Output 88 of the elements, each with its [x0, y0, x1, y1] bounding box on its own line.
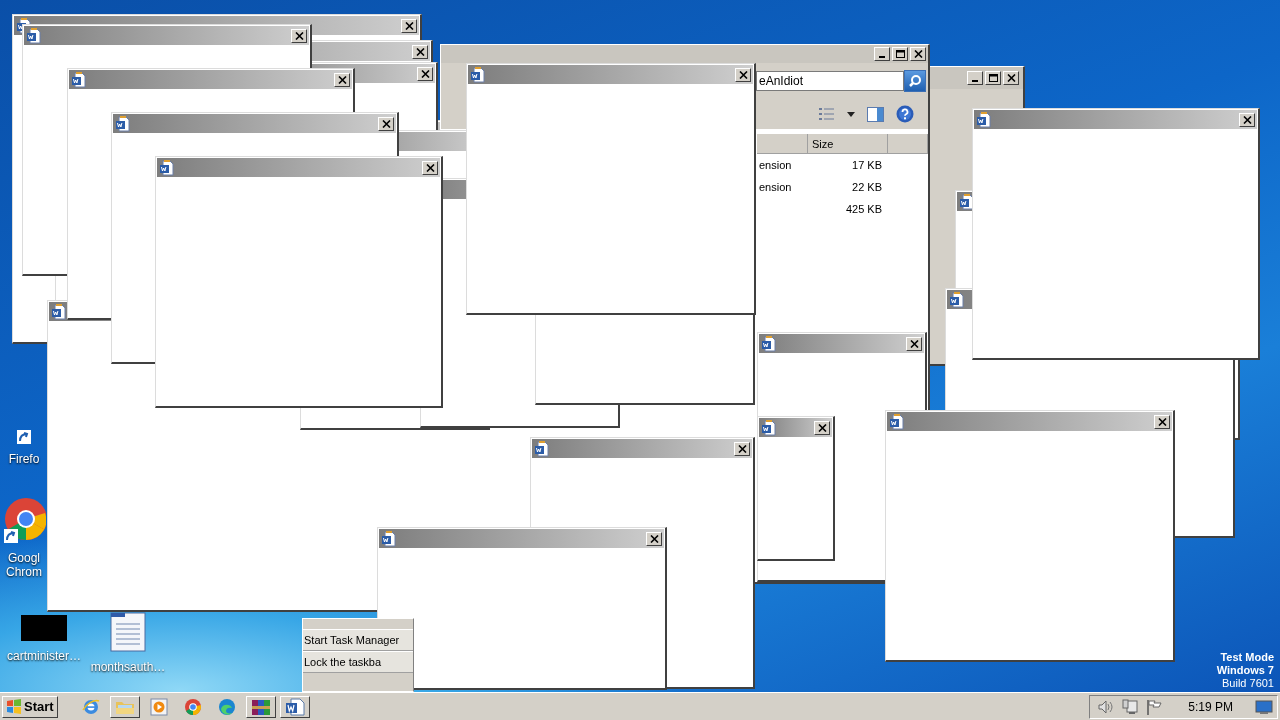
minimize-button[interactable]	[874, 47, 890, 61]
wave-icon[interactable]	[217, 697, 236, 716]
preview-pane-icon[interactable]	[867, 106, 884, 122]
windows-logo-icon	[6, 699, 22, 714]
document-icon	[26, 27, 42, 44]
document-icon	[115, 115, 131, 132]
document-icon	[534, 440, 550, 457]
document-icon	[284, 697, 305, 716]
close-button[interactable]	[906, 336, 922, 351]
file-type-cell-text: ension	[758, 159, 793, 171]
file-size-cell-text: 22 KB	[851, 181, 882, 193]
search-field[interactable]: eAnIdiot	[756, 71, 904, 91]
close-icon	[294, 31, 304, 40]
taskbar-button[interactable]	[109, 695, 140, 718]
close-button[interactable]	[422, 160, 438, 175]
close-button[interactable]	[735, 67, 751, 82]
close-icon	[649, 534, 659, 543]
test-mode-text: Windows 7	[1216, 664, 1274, 677]
menu-item[interactable]: Start Task Manager	[303, 629, 413, 651]
globe-e-icon[interactable]	[81, 697, 100, 716]
document-icon	[949, 291, 965, 308]
view-list-icon[interactable]	[819, 107, 835, 121]
close-button[interactable]	[378, 116, 394, 131]
close-icon	[737, 444, 747, 453]
flag-icon[interactable]	[1146, 698, 1163, 715]
document-icon	[71, 71, 87, 88]
document-icon	[761, 335, 777, 352]
close-icon	[1006, 74, 1016, 82]
close-button[interactable]	[1003, 71, 1019, 85]
document-icon[interactable]	[110, 612, 146, 652]
clock[interactable]: 5:19 PM	[1188, 699, 1233, 714]
close-icon	[337, 75, 347, 84]
close-icon	[404, 21, 414, 30]
close-icon	[738, 70, 748, 79]
document-icon	[761, 419, 777, 436]
close-button[interactable]	[1154, 414, 1170, 429]
close-icon	[909, 339, 919, 348]
close-button[interactable]	[417, 66, 433, 81]
test-mode-text: Test Mode	[1220, 651, 1274, 664]
maximize-icon	[988, 74, 998, 82]
close-icon	[420, 69, 430, 78]
maximize-icon	[895, 50, 905, 58]
close-button[interactable]	[910, 47, 926, 61]
close-icon	[913, 50, 923, 58]
file-type-cell-text: ension	[758, 181, 793, 193]
close-button[interactable]	[412, 44, 428, 59]
close-button[interactable]	[291, 28, 307, 43]
close-icon	[415, 47, 425, 56]
document-icon	[976, 111, 992, 128]
close-button[interactable]	[814, 420, 830, 435]
close-icon	[381, 119, 391, 128]
close-icon	[425, 163, 435, 172]
close-button[interactable]	[1239, 112, 1255, 127]
start-button[interactable]: Start	[2, 695, 58, 718]
books-icon	[250, 697, 271, 716]
close-button[interactable]	[646, 531, 662, 546]
close-icon	[1157, 417, 1167, 426]
taskbar-button[interactable]	[279, 695, 310, 718]
document-icon	[381, 530, 397, 547]
search-button[interactable]	[904, 70, 926, 92]
close-button[interactable]	[334, 72, 350, 87]
close-button[interactable]	[734, 441, 750, 456]
taskbar-button[interactable]	[245, 695, 276, 718]
maximize-button[interactable]	[892, 47, 908, 61]
desktop-icon-label[interactable]: Firefo	[8, 452, 40, 466]
document-icon	[470, 66, 486, 83]
show-desktop-icon[interactable]	[1255, 698, 1273, 715]
close-icon	[1242, 115, 1252, 124]
thumbnail-icon[interactable]	[21, 615, 67, 641]
help-icon[interactable]	[896, 105, 914, 123]
minimize-button[interactable]	[967, 71, 983, 85]
file-size-cell-text: 425 KB	[844, 203, 882, 215]
test-mode-text: Build 7601	[1222, 677, 1274, 690]
search-icon	[908, 74, 922, 88]
document-icon	[889, 413, 905, 430]
dropdown-arrow-icon[interactable]	[847, 111, 855, 117]
file-size-cell-text: 17 KB	[851, 159, 882, 171]
shortcut-arrow-icon	[17, 430, 31, 444]
maximize-button[interactable]	[985, 71, 1001, 85]
chrome-icon[interactable]	[183, 697, 202, 716]
menu-item[interactable]: Lock the taskba	[303, 651, 413, 673]
chrome-icon[interactable]	[2, 497, 46, 543]
desktop-icon-label[interactable]: Googl Chrom	[2, 551, 46, 579]
speaker-icon[interactable]	[1098, 698, 1115, 715]
close-button[interactable]	[401, 18, 417, 33]
close-icon	[817, 423, 827, 432]
document-icon	[159, 159, 175, 176]
network-icon[interactable]	[1122, 698, 1139, 715]
